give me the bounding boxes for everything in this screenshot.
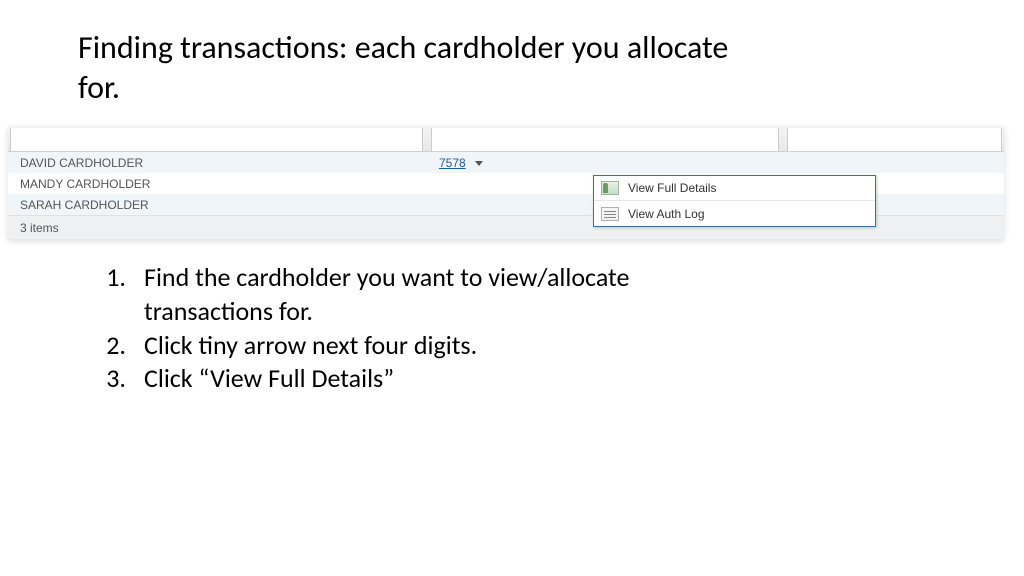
step-number: 3. (100, 362, 144, 396)
dropdown-arrow-icon[interactable] (475, 161, 483, 166)
col-name-header (10, 128, 423, 151)
step-text: Find the cardholder you want to view/all… (144, 261, 664, 329)
list-item: 1. Find the cardholder you want to view/… (100, 261, 1024, 329)
list-item: 2. Click tiny arrow next four digits. (100, 329, 1024, 363)
cardholder-name: MANDY CARDHOLDER (8, 177, 433, 191)
step-text: Click tiny arrow next four digits. (144, 329, 664, 363)
cardholder-name: SARAH CARDHOLDER (8, 198, 433, 212)
instruction-list: 1. Find the cardholder you want to view/… (100, 261, 1024, 396)
cardholder-code-link[interactable]: 7578 (439, 156, 466, 170)
step-number: 2. (100, 329, 144, 363)
item-count: 3 items (20, 221, 59, 235)
slide-title: Finding transactions: each cardholder yo… (0, 0, 760, 108)
log-icon (598, 205, 622, 223)
menu-view-auth-log[interactable]: View Auth Log (594, 201, 875, 226)
col-code-header (431, 128, 779, 151)
step-number: 1. (100, 261, 144, 329)
person-card-icon (598, 179, 622, 197)
cardholder-name: DAVID CARDHOLDER (8, 156, 433, 170)
col-blank-header (787, 128, 1002, 151)
menu-item-label: View Auth Log (628, 207, 705, 221)
cardholder-table-screenshot: DAVID CARDHOLDER 7578 MANDY CARDHOLDER S… (8, 126, 1004, 239)
list-item: 3. Click “View Full Details” (100, 362, 1024, 396)
menu-view-full-details[interactable]: View Full Details (594, 176, 875, 201)
step-text: Click “View Full Details” (144, 362, 664, 396)
menu-item-label: View Full Details (628, 181, 716, 195)
cardholder-code-cell: 7578 (433, 156, 781, 170)
context-menu: View Full Details View Auth Log (593, 175, 876, 227)
table-header (8, 126, 1004, 152)
table-row[interactable]: DAVID CARDHOLDER 7578 (8, 152, 1004, 173)
